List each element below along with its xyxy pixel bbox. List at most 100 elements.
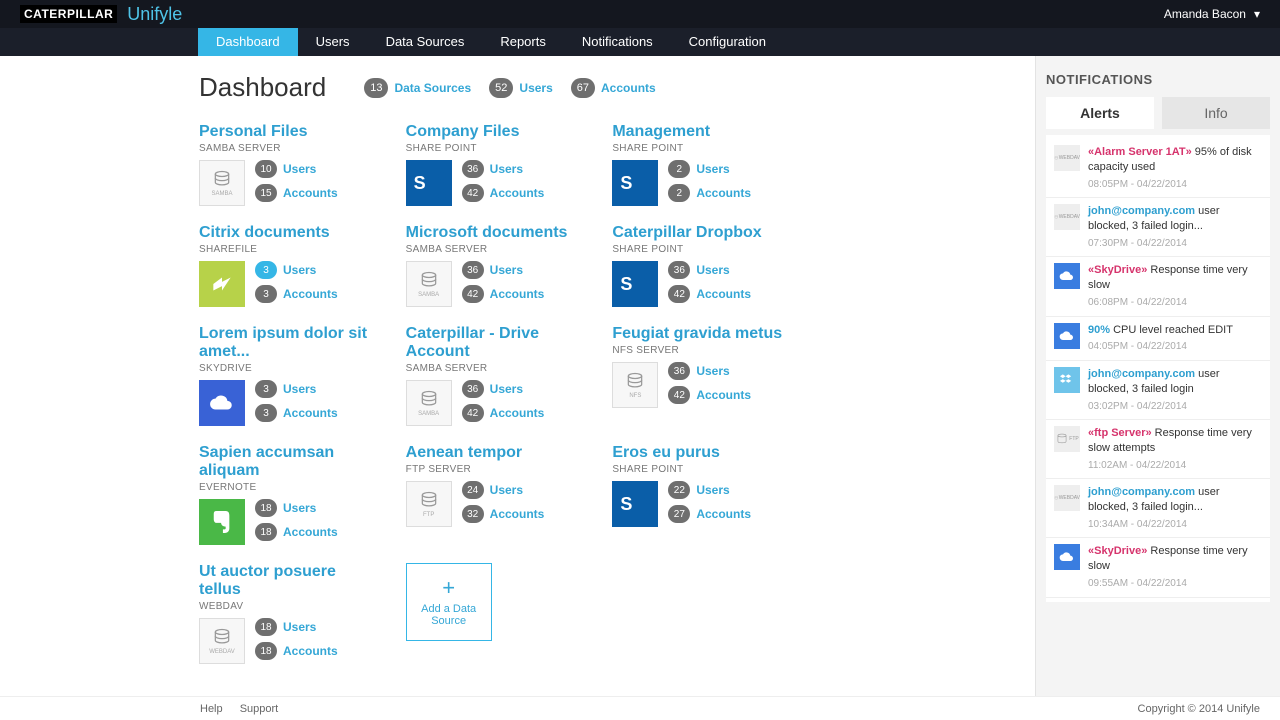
users-link[interactable]: Users	[696, 162, 729, 176]
notification-item[interactable]: WEBDAVjohn@company.com user blocked, 3 f…	[1046, 479, 1270, 538]
users-link[interactable]: Users	[283, 501, 316, 515]
accounts-link[interactable]: Accounts	[283, 186, 338, 200]
nav-data-sources[interactable]: Data Sources	[368, 28, 483, 56]
datasource-card: Company FilesSHARE POINTS36Users42Accoun…	[406, 123, 585, 206]
user-menu[interactable]: Amanda Bacon ▾	[1164, 7, 1260, 21]
card-title[interactable]: Personal Files	[199, 123, 378, 141]
notif-source: «Alarm Server 1AT»	[1088, 146, 1192, 158]
notification-item[interactable]: FTP«ftp Server» Response time very slow …	[1046, 420, 1270, 479]
accounts-link[interactable]: Accounts	[696, 287, 751, 301]
tab-info[interactable]: Info	[1162, 97, 1270, 129]
card-title[interactable]: Ut auctor posuere tellus	[199, 563, 378, 599]
accounts-link[interactable]: Accounts	[696, 507, 751, 521]
datasource-card: Sapien accumsan aliquamEVERNOTE18Users18…	[199, 444, 378, 545]
brand-caterpillar: CATERPILLAR	[20, 5, 117, 23]
users-link[interactable]: Users	[490, 382, 523, 396]
nav-users[interactable]: Users	[298, 28, 368, 56]
notification-item[interactable]: WEBDAVjohn@company.com user blocked, 3 f…	[1046, 198, 1270, 257]
card-title[interactable]: Feugiat gravida metus	[612, 325, 791, 343]
notification-item[interactable]: 90% CPU level reached EDIT04:05PM - 04/2…	[1046, 317, 1270, 361]
nav-notifications[interactable]: Notifications	[564, 28, 671, 56]
nav-dashboard[interactable]: Dashboard	[198, 28, 298, 56]
datasource-card: Citrix documentsSHAREFILE3Users3Accounts	[199, 224, 378, 307]
notification-item[interactable]: john@company.com user blocked, 3 failed …	[1046, 361, 1270, 420]
accounts-link[interactable]: Accounts	[490, 287, 545, 301]
users-count: 24	[462, 481, 484, 499]
notif-text: CPU level reached EDIT	[1110, 324, 1233, 336]
users-count: 36	[462, 380, 484, 398]
add-datasource-button[interactable]: +Add a Data Source	[406, 563, 492, 641]
notification-item[interactable]: «SkyDrive» Response time very slow09:55A…	[1046, 538, 1270, 597]
server-icon: FTP	[1054, 426, 1080, 452]
card-title[interactable]: Microsoft documents	[406, 224, 585, 242]
datasource-card: Aenean temporFTP SERVERFTP24Users32Accou…	[406, 444, 585, 545]
datasource-card: Lorem ipsum dolor sit amet...SKYDRIVE3Us…	[199, 325, 378, 426]
users-count: 18	[255, 499, 277, 517]
datasource-card: Personal FilesSAMBA SERVERSAMBA10Users15…	[199, 123, 378, 206]
card-title[interactable]: Company Files	[406, 123, 585, 141]
chevron-down-icon: ▾	[1254, 7, 1260, 21]
users-count: 3	[255, 261, 277, 279]
accounts-count: 42	[462, 285, 484, 303]
accounts-link[interactable]: Accounts	[490, 507, 545, 521]
card-title[interactable]: Caterpillar - Drive Account	[406, 325, 585, 361]
accounts-count: 18	[255, 642, 277, 660]
users-link[interactable]: Users	[283, 620, 316, 634]
card-title[interactable]: Citrix documents	[199, 224, 378, 242]
accounts-count: 42	[668, 386, 690, 404]
sharefile-icon	[199, 261, 245, 307]
users-count: 36	[668, 261, 690, 279]
notification-item[interactable]: WEBDAV«Alarm Server 1AT» 95% of disk cap…	[1046, 139, 1270, 198]
summary-accounts[interactable]: 67Accounts	[571, 78, 656, 98]
nav-configuration[interactable]: Configuration	[671, 28, 784, 56]
summary-users[interactable]: 52Users	[489, 78, 553, 98]
users-link[interactable]: Users	[283, 263, 316, 277]
users-link[interactable]: Users	[490, 162, 523, 176]
users-count: 10	[255, 160, 277, 178]
datasource-card: Feugiat gravida metusNFS SERVERNFS36User…	[612, 325, 791, 426]
users-link[interactable]: Users	[490, 263, 523, 277]
page-title: Dashboard	[199, 72, 326, 103]
footer-help[interactable]: Help	[200, 703, 223, 715]
navbar: DashboardUsersData SourcesReportsNotific…	[0, 28, 1280, 56]
card-title[interactable]: Eros eu purus	[612, 444, 791, 462]
card-title[interactable]: Sapien accumsan aliquam	[199, 444, 378, 480]
accounts-link[interactable]: Accounts	[283, 644, 338, 658]
accounts-count: 42	[668, 285, 690, 303]
summary-count: 67	[571, 78, 595, 98]
card-title[interactable]: Caterpillar Dropbox	[612, 224, 791, 242]
users-link[interactable]: Users	[696, 483, 729, 497]
tab-alerts[interactable]: Alerts	[1046, 97, 1154, 129]
users-link[interactable]: Users	[283, 162, 316, 176]
card-title[interactable]: Aenean tempor	[406, 444, 585, 462]
server-icon: WEBDAV	[1054, 145, 1080, 171]
card-title[interactable]: Lorem ipsum dolor sit amet...	[199, 325, 378, 361]
card-title[interactable]: Management	[612, 123, 791, 141]
notification-item[interactable]: «SkyDrive» Response time very slow06:08P…	[1046, 257, 1270, 316]
accounts-link[interactable]: Accounts	[283, 525, 338, 539]
notif-source: john@company.com	[1088, 486, 1195, 498]
users-count: 2	[668, 160, 690, 178]
datasource-card: Microsoft documentsSAMBA SERVERSAMBA36Us…	[406, 224, 585, 307]
users-link[interactable]: Users	[490, 483, 523, 497]
datasource-card: Caterpillar DropboxSHARE POINTS36Users42…	[612, 224, 791, 307]
users-count: 3	[255, 380, 277, 398]
brand: CATERPILLAR Unifyle	[20, 4, 182, 25]
footer-support[interactable]: Support	[240, 703, 279, 715]
accounts-link[interactable]: Accounts	[283, 287, 338, 301]
users-link[interactable]: Users	[696, 263, 729, 277]
nav-reports[interactable]: Reports	[482, 28, 564, 56]
users-link[interactable]: Users	[696, 364, 729, 378]
notifications-title: NOTIFICATIONS	[1046, 72, 1270, 87]
users-link[interactable]: Users	[283, 382, 316, 396]
sharepoint-icon: S	[612, 261, 658, 307]
accounts-link[interactable]: Accounts	[490, 406, 545, 420]
summary-data-sources[interactable]: 13Data Sources	[364, 78, 471, 98]
card-subtitle: SHARE POINT	[406, 143, 585, 154]
accounts-link[interactable]: Accounts	[696, 388, 751, 402]
accounts-link[interactable]: Accounts	[490, 186, 545, 200]
accounts-link[interactable]: Accounts	[283, 406, 338, 420]
summary-count: 52	[489, 78, 513, 98]
webdav-icon: WEBDAV	[199, 618, 245, 664]
accounts-link[interactable]: Accounts	[696, 186, 751, 200]
